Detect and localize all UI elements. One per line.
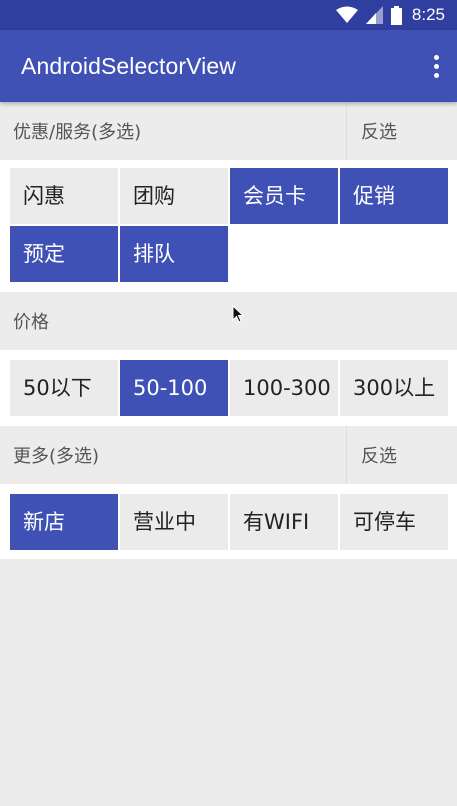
option-chip[interactable]: 闪惠 [10,168,118,224]
option-chip[interactable]: 预定 [10,226,118,282]
section-title: 价格 [13,312,49,333]
option-chip[interactable]: 会员卡 [230,168,338,224]
option-chip[interactable]: 团购 [120,168,228,224]
battery-icon [390,5,402,25]
section-body-price: 50以下 50-100 100-300 300以上 [0,350,457,426]
section-title: 优惠/服务(多选) [13,122,142,143]
status-bar: 8:25 [0,0,457,30]
invert-selection-button[interactable]: 反选 [347,442,457,468]
more-vert-icon[interactable] [425,48,447,84]
option-chip[interactable]: 新店 [10,494,118,550]
section-title: 更多(多选) [13,446,100,467]
section-body-services: 闪惠 团购 会员卡 促销 预定 排队 [0,160,457,292]
mouse-cursor-icon [232,304,245,327]
section-body-more: 新店 营业中 有WIFI 可停车 [0,484,457,559]
option-chip[interactable]: 50-100 [120,360,228,416]
status-icons: 8:25 [335,0,445,30]
option-chip[interactable]: 50以下 [10,360,118,416]
option-chip[interactable]: 排队 [120,226,228,282]
app-bar: AndroidSelectorView [0,30,457,102]
section-header-more: 更多(多选) 反选 [0,426,457,484]
option-chip[interactable]: 300以上 [340,360,448,416]
section-header-price: 价格 [0,292,457,350]
option-chip[interactable]: 营业中 [120,494,228,550]
option-chip[interactable]: 可停车 [340,494,448,550]
app-title: AndroidSelectorView [21,53,236,79]
invert-selection-button[interactable]: 反选 [347,118,457,144]
cellular-signal-icon [365,6,383,24]
status-clock: 8:25 [411,5,445,24]
option-chip[interactable]: 有WIFI [230,494,338,550]
section-header-services: 优惠/服务(多选) 反选 [0,102,457,160]
option-chip[interactable]: 100-300 [230,360,338,416]
wifi-icon [335,6,358,24]
option-chip[interactable]: 促销 [340,168,448,224]
